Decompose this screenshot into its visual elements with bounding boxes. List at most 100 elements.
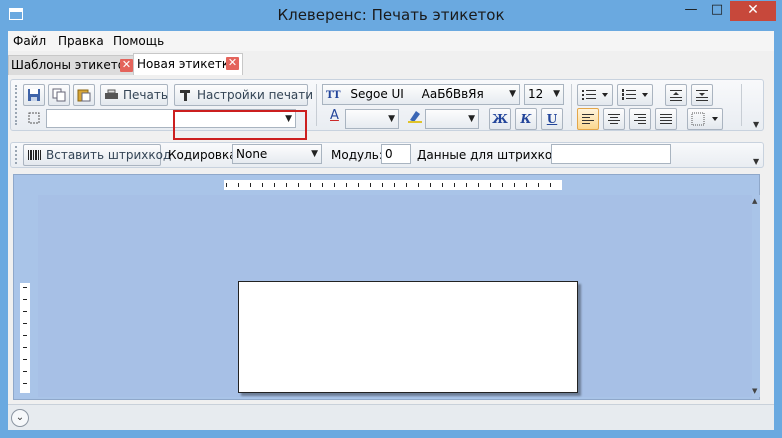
printer-icon [105, 89, 118, 99]
decrease-indent-button[interactable] [665, 84, 687, 106]
bold-button[interactable]: Ж [489, 108, 511, 130]
save-button[interactable] [23, 84, 45, 106]
print-settings-button[interactable]: Настройки печати [174, 84, 313, 106]
toolbar-overflow-icon[interactable]: ▼ [753, 120, 761, 130]
ruler-tick [322, 183, 323, 187]
bullet-list-button[interactable] [577, 84, 613, 106]
highlight-color-select[interactable]: ▼ [425, 109, 479, 129]
tab-label-templates[interactable]: Шаблоны этикеток ✕ [8, 55, 134, 75]
align-justify-button[interactable] [655, 108, 677, 130]
save-icon [28, 89, 40, 101]
ruler-tick [262, 183, 263, 187]
copy-icon [52, 88, 66, 102]
ruler-tick [286, 183, 287, 187]
ruler-tick [370, 183, 371, 187]
module-input[interactable]: 0 [381, 144, 411, 164]
ruler-tick [23, 299, 27, 300]
toolstrip-grip[interactable] [15, 85, 18, 125]
ruler-tick [23, 383, 27, 384]
vertical-scrollbar[interactable]: ▲ ▼ [752, 195, 760, 397]
toolbar-overflow-icon[interactable]: ▼ [753, 157, 761, 167]
app-window: Клеверенс: Печать этикеток — □ ✕ Файл Пр… [0, 0, 782, 438]
ruler-tick [23, 287, 27, 288]
menu-edit[interactable]: Правка [58, 34, 104, 48]
tab-close-icon[interactable]: ✕ [226, 57, 239, 70]
label-preview[interactable] [238, 281, 578, 393]
toolbar-separator [571, 84, 572, 126]
ruler-tick [226, 183, 227, 187]
expand-panel-button[interactable]: ⌄ [11, 409, 29, 427]
design-surface: ▲ ▼ [13, 174, 760, 400]
font-family-select[interactable]: TT Segoe UI АаБбВвЯя ▼ [322, 84, 520, 105]
minimize-button[interactable]: — [678, 1, 704, 21]
insert-barcode-button[interactable]: Вставить штрихкод [23, 144, 171, 166]
ruler-tick [23, 323, 27, 324]
align-right-icon [634, 114, 646, 124]
align-right-button[interactable] [629, 108, 651, 130]
maximize-button[interactable]: □ [704, 1, 730, 21]
ruler-tick [406, 183, 407, 187]
increase-indent-button[interactable] [691, 84, 713, 106]
label-canvas[interactable] [38, 195, 754, 397]
underline-button[interactable]: U [541, 108, 563, 130]
ruler-tick [430, 183, 431, 187]
chevron-down-icon: ▼ [311, 149, 318, 159]
highlight-frame [173, 110, 307, 140]
font-size-select[interactable]: 12 ▼ [524, 84, 564, 105]
scroll-up-icon[interactable]: ▲ [752, 197, 757, 205]
close-window-button[interactable]: ✕ [730, 1, 776, 21]
barcode-data-input[interactable] [551, 144, 671, 164]
toolbar-area: Печать Настройки печати ▼ TT Segoe UI Аа… [8, 75, 774, 175]
align-left-icon [582, 114, 594, 124]
encoding-value: None [236, 147, 268, 161]
copy-button[interactable] [48, 84, 70, 106]
font-family-value: Segoe UI [350, 87, 404, 101]
scroll-down-icon[interactable]: ▼ [752, 387, 757, 395]
ruler-tick [502, 183, 503, 187]
ruler-tick [490, 183, 491, 187]
print-settings-label: Настройки печати [197, 88, 314, 102]
ruler-tick [454, 183, 455, 187]
paste-button[interactable] [73, 84, 95, 106]
toolbar-separator [316, 84, 317, 126]
ruler-tick [334, 183, 335, 187]
ruler-tick [514, 183, 515, 187]
client-area: Файл Правка Помощь Шаблоны этикеток ✕ Но… [8, 31, 774, 430]
align-center-button[interactable] [603, 108, 625, 130]
font-sample: АаБбВвЯя [421, 87, 484, 101]
chevron-down-icon: ▼ [388, 114, 395, 124]
toolbar-separator [741, 84, 742, 126]
ruler-tick [382, 183, 383, 187]
document-tabs: Шаблоны этикеток ✕ Новая этикетка ✕ [8, 53, 774, 75]
menu-help[interactable]: Помощь [113, 34, 164, 48]
horizontal-ruler [224, 180, 562, 190]
ruler-tick [550, 183, 551, 187]
toolstrip-grip[interactable] [15, 146, 18, 164]
highlight-color-icon [408, 111, 422, 123]
encoding-select[interactable]: None ▼ [232, 144, 322, 164]
numbered-list-icon [622, 89, 648, 100]
encoding-label: Кодировка: [168, 148, 241, 162]
italic-button[interactable]: К [515, 108, 537, 130]
ruler-tick [298, 183, 299, 187]
status-bar: ⌄ [8, 404, 774, 430]
ruler-tick [238, 183, 239, 187]
align-left-button[interactable] [577, 108, 599, 130]
ruler-tick [346, 183, 347, 187]
ruler-tick [310, 183, 311, 187]
menu-file[interactable]: Файл [13, 34, 46, 48]
tab-new-label[interactable]: Новая этикетка ✕ [133, 53, 243, 75]
ruler-tick [23, 359, 27, 360]
numbered-list-button[interactable] [617, 84, 653, 106]
window-title: Клеверенс: Печать этикеток [277, 6, 505, 24]
ruler-tick [394, 183, 395, 187]
ruler-tick [466, 183, 467, 187]
title-bar: Клеверенс: Печать этикеток — □ ✕ [0, 0, 782, 31]
ruler-tick [23, 347, 27, 348]
font-color-icon: A [330, 108, 339, 123]
borders-button[interactable] [687, 108, 723, 130]
print-button[interactable]: Печать [100, 84, 168, 106]
chevron-down-icon: ▼ [509, 89, 516, 99]
tab-close-icon[interactable]: ✕ [120, 59, 133, 72]
font-color-select[interactable]: ▼ [345, 109, 399, 129]
